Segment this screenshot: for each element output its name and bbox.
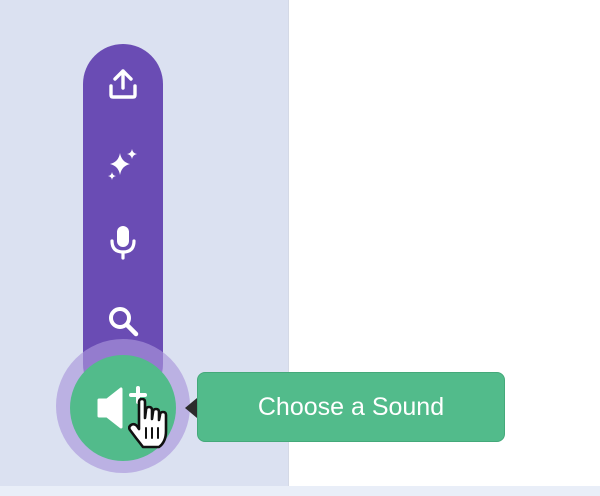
- bottom-strip: [0, 486, 600, 496]
- tooltip-pointer: [185, 398, 197, 418]
- upload-icon: [109, 69, 137, 99]
- sparkle-icon: [108, 149, 137, 180]
- search-icon: [109, 307, 139, 337]
- upload-sound-button[interactable]: [83, 54, 163, 114]
- record-sound-button[interactable]: [83, 212, 163, 272]
- tooltip-label: Choose a Sound: [257, 392, 445, 421]
- microphone-icon: [110, 226, 136, 260]
- surprise-button[interactable]: [83, 134, 163, 194]
- choose-sound-tooltip: Choose a Sound: [197, 372, 505, 442]
- hand-pointer-icon: [127, 397, 170, 455]
